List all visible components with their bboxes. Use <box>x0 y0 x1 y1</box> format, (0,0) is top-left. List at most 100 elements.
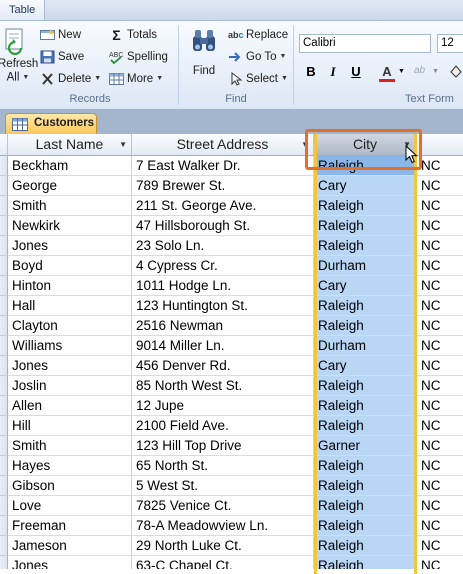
city-cell[interactable]: Raleigh <box>314 316 417 336</box>
row-selector[interactable] <box>0 196 8 216</box>
row-selector[interactable] <box>0 336 8 356</box>
table-row[interactable]: Jones 456 Denver Rd. Cary NC <box>0 356 463 376</box>
city-cell[interactable]: Durham <box>314 336 417 356</box>
row-selector[interactable] <box>0 416 8 436</box>
state-cell[interactable]: NC <box>417 236 463 256</box>
table-row[interactable]: Hall 123 Huntington St. Raleigh NC <box>0 296 463 316</box>
street-address-cell[interactable]: 789 Brewer St. <box>132 176 314 196</box>
table-row[interactable]: Gibson 5 West St. Raleigh NC <box>0 476 463 496</box>
column-filter-dropdown[interactable]: ▼ <box>119 134 127 155</box>
city-cell[interactable]: Raleigh <box>314 476 417 496</box>
italic-button[interactable]: I <box>324 62 342 82</box>
row-selector[interactable] <box>0 536 8 556</box>
row-selector[interactable] <box>0 376 8 396</box>
city-cell[interactable]: Raleigh <box>314 556 417 569</box>
row-selector[interactable] <box>0 556 8 569</box>
table-row[interactable]: Hinton 1011 Hodge Ln. Cary NC <box>0 276 463 296</box>
row-selector[interactable] <box>0 396 8 416</box>
state-cell[interactable]: NC <box>417 556 463 569</box>
city-cell[interactable]: Raleigh <box>314 376 417 396</box>
row-selector[interactable] <box>0 456 8 476</box>
street-address-cell[interactable]: 65 North St. <box>132 456 314 476</box>
street-address-cell[interactable]: 123 Hill Top Drive <box>132 436 314 456</box>
street-address-cell[interactable]: 29 North Luke Ct. <box>132 536 314 556</box>
spelling-button[interactable]: ABC Spelling <box>109 48 168 66</box>
state-cell[interactable]: NC <box>417 156 463 176</box>
last-name-cell[interactable]: Smith <box>8 436 132 456</box>
table-row[interactable]: Joslin 85 North West St. Raleigh NC <box>0 376 463 396</box>
delete-record-button[interactable]: Delete ▼ <box>40 70 101 88</box>
row-selector[interactable] <box>0 256 8 276</box>
last-name-cell[interactable]: Freeman <box>8 516 132 536</box>
last-name-cell[interactable]: George <box>8 176 132 196</box>
font-name-dropdown[interactable]: Calibri <box>299 34 431 53</box>
table-row[interactable]: Newkirk 47 Hillsborough St. Raleigh NC <box>0 216 463 236</box>
goto-button[interactable]: Go To ▼ <box>228 48 286 66</box>
underline-button[interactable]: U <box>347 62 365 82</box>
row-selector[interactable] <box>0 436 8 456</box>
table-row[interactable]: Smith 123 Hill Top Drive Garner NC <box>0 436 463 456</box>
street-address-cell[interactable]: 7825 Venice Ct. <box>132 496 314 516</box>
street-address-cell[interactable]: 9014 Miller Ln. <box>132 336 314 356</box>
row-selector[interactable] <box>0 316 8 336</box>
state-cell[interactable]: NC <box>417 416 463 436</box>
state-cell[interactable]: NC <box>417 296 463 316</box>
state-cell[interactable]: NC <box>417 456 463 476</box>
state-cell[interactable]: NC <box>417 276 463 296</box>
row-selector[interactable] <box>0 276 8 296</box>
city-cell[interactable]: Cary <box>314 176 417 196</box>
street-address-cell[interactable]: 7 East Walker Dr. <box>132 156 314 176</box>
table-row[interactable]: Hill 2100 Field Ave. Raleigh NC <box>0 416 463 436</box>
refresh-all-button[interactable]: Refresh All ▼ <box>0 25 38 89</box>
city-cell[interactable]: Raleigh <box>314 396 417 416</box>
street-address-cell[interactable]: 2100 Field Ave. <box>132 416 314 436</box>
street-address-cell[interactable]: 47 Hillsborough St. <box>132 216 314 236</box>
table-row[interactable]: Freeman 78-A Meadowview Ln. Raleigh NC <box>0 516 463 536</box>
state-cell[interactable]: NC <box>417 356 463 376</box>
tab-customers[interactable]: Customers <box>5 113 97 134</box>
street-address-cell[interactable]: 123 Huntington St. <box>132 296 314 316</box>
select-button[interactable]: Select ▼ <box>228 70 288 88</box>
state-cell[interactable]: NC <box>417 476 463 496</box>
state-cell[interactable]: NC <box>417 176 463 196</box>
last-name-cell[interactable]: Smith <box>8 196 132 216</box>
fill-color-icon[interactable] <box>448 64 462 80</box>
row-selector[interactable] <box>0 176 8 196</box>
table-row[interactable]: Jameson 29 North Luke Ct. Raleigh NC <box>0 536 463 556</box>
row-selector[interactable] <box>0 216 8 236</box>
street-address-cell[interactable]: 85 North West St. <box>132 376 314 396</box>
last-name-cell[interactable]: Clayton <box>8 316 132 336</box>
city-cell[interactable]: Raleigh <box>314 536 417 556</box>
city-cell[interactable]: Raleigh <box>314 296 417 316</box>
tab-table[interactable]: Table <box>0 0 46 20</box>
table-row[interactable]: Jones 23 Solo Ln. Raleigh NC <box>0 236 463 256</box>
totals-button[interactable]: Σ Totals <box>109 26 157 44</box>
city-cell[interactable]: Cary <box>314 276 417 296</box>
more-button[interactable]: More ▼ <box>109 70 163 88</box>
city-cell[interactable]: Raleigh <box>314 496 417 516</box>
street-address-cell[interactable]: 78-A Meadowview Ln. <box>132 516 314 536</box>
row-selector[interactable] <box>0 496 8 516</box>
street-address-cell[interactable]: 5 West St. <box>132 476 314 496</box>
state-cell[interactable]: NC <box>417 196 463 216</box>
bold-button[interactable]: B <box>302 62 320 82</box>
city-cell[interactable]: Garner <box>314 436 417 456</box>
table-row[interactable]: Boyd 4 Cypress Cr. Durham NC <box>0 256 463 276</box>
last-name-cell[interactable]: Joslin <box>8 376 132 396</box>
table-row[interactable]: Love 7825 Venice Ct. Raleigh NC <box>0 496 463 516</box>
row-selector[interactable] <box>0 356 8 376</box>
state-cell[interactable]: NC <box>417 216 463 236</box>
column-header-last-name[interactable]: Last Name ▼ <box>8 134 132 156</box>
city-cell[interactable]: Raleigh <box>314 236 417 256</box>
city-cell[interactable]: Raleigh <box>314 516 417 536</box>
city-cell[interactable]: Raleigh <box>314 196 417 216</box>
state-cell[interactable]: NC <box>417 516 463 536</box>
state-cell[interactable]: NC <box>417 436 463 456</box>
last-name-cell[interactable]: Allen <box>8 396 132 416</box>
last-name-cell[interactable]: Newkirk <box>8 216 132 236</box>
table-row[interactable]: George 789 Brewer St. Cary NC <box>0 176 463 196</box>
table-row[interactable]: Williams 9014 Miller Ln. Durham NC <box>0 336 463 356</box>
city-cell[interactable]: Durham <box>314 256 417 276</box>
last-name-cell[interactable]: Gibson <box>8 476 132 496</box>
column-header-state[interactable] <box>417 134 463 156</box>
